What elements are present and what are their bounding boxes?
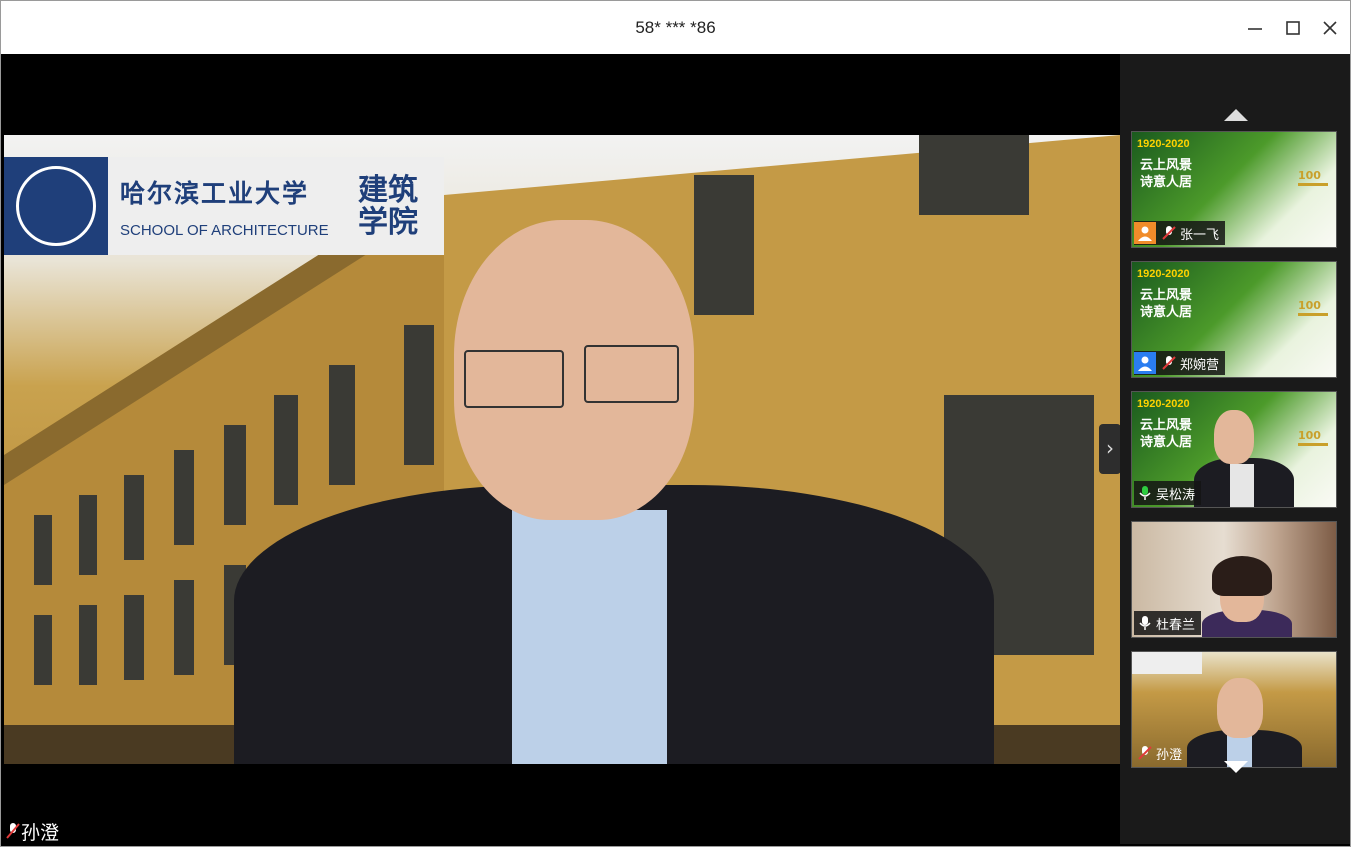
school-banner-mini [1132, 652, 1202, 674]
participant-name-tag: 杜春兰 [1134, 611, 1202, 635]
mic-muted-icon [1134, 742, 1156, 764]
mic-icon [1134, 612, 1156, 634]
speaker-name: 孙澄 [21, 821, 60, 844]
person-icon [1134, 352, 1156, 374]
maximize-button[interactable] [1280, 15, 1306, 41]
school-name-cn: 哈尔滨工业大学 [120, 178, 310, 208]
mic-active-icon [1134, 482, 1156, 504]
scroll-down-icon[interactable] [1224, 761, 1248, 773]
next-page-button[interactable]: › [1099, 424, 1121, 474]
main-video-area[interactable]: 哈尔滨工业大学 SCHOOL OF ARCHITECTURE 建筑学院 › [4, 54, 1121, 844]
participant-name: 郑婉营 [1180, 357, 1220, 373]
anniversary-badge-icon: 100 [1298, 164, 1328, 186]
participant-name-tag: 张一飞 [1134, 221, 1226, 245]
school-name-big: 建筑学院 [358, 173, 418, 240]
school-name-en: SCHOOL OF ARCHITECTURE [120, 221, 329, 239]
participant-name: 杜春兰 [1156, 617, 1196, 633]
participant-name-tag: 郑婉营 [1134, 351, 1226, 375]
close-button[interactable] [1317, 15, 1343, 41]
speaker-name-tag: 孙澄 [5, 819, 60, 844]
scroll-up-icon[interactable] [1224, 109, 1248, 121]
active-speaker-video: 哈尔滨工业大学 SCHOOL OF ARCHITECTURE 建筑学院 [4, 135, 1120, 764]
window-title: 58* *** *86 [635, 18, 716, 37]
participant-name: 吴松涛 [1156, 487, 1196, 503]
participant-tile[interactable]: 1920-2020 云上风景 诗意人居 100 郑婉营 [1131, 261, 1337, 378]
close-icon [1323, 21, 1337, 35]
school-banner: 哈尔滨工业大学 SCHOOL OF ARCHITECTURE 建筑学院 [4, 157, 444, 255]
minimize-icon [1248, 28, 1262, 30]
participant-tile[interactable]: 1920-2020 云上风景 诗意人居 100 吴松涛 [1131, 391, 1337, 508]
mic-muted-icon [1158, 352, 1180, 374]
minimize-button[interactable] [1242, 15, 1268, 41]
maximize-icon [1286, 21, 1300, 35]
participant-name: 孙澄 [1156, 747, 1183, 763]
anniversary-badge-icon: 100 [1298, 294, 1328, 316]
anniversary-badge-icon: 100 [1298, 424, 1328, 446]
university-seal-icon [4, 157, 108, 255]
participant-name-tag: 孙澄 [1134, 741, 1188, 765]
participants-sidebar: 1920-2020 云上风景 诗意人居 100 张一飞 1920-2020 云上… [1120, 54, 1350, 844]
mic-muted-icon [5, 822, 21, 840]
participant-tile[interactable]: 孙澄 [1131, 651, 1337, 768]
participant-name-tag: 吴松涛 [1134, 481, 1202, 505]
person-icon [1134, 222, 1156, 244]
meeting-window: 58* *** *86 哈尔滨工业大学 SCHOOL OF ARCHITECTU… [0, 0, 1351, 847]
title-bar[interactable]: 58* *** *86 [1, 1, 1350, 54]
participant-name: 张一飞 [1180, 227, 1220, 243]
mic-muted-icon [1158, 222, 1180, 244]
participant-tile[interactable]: 杜春兰 [1131, 521, 1337, 638]
participant-tile[interactable]: 1920-2020 云上风景 诗意人居 100 张一飞 [1131, 131, 1337, 248]
